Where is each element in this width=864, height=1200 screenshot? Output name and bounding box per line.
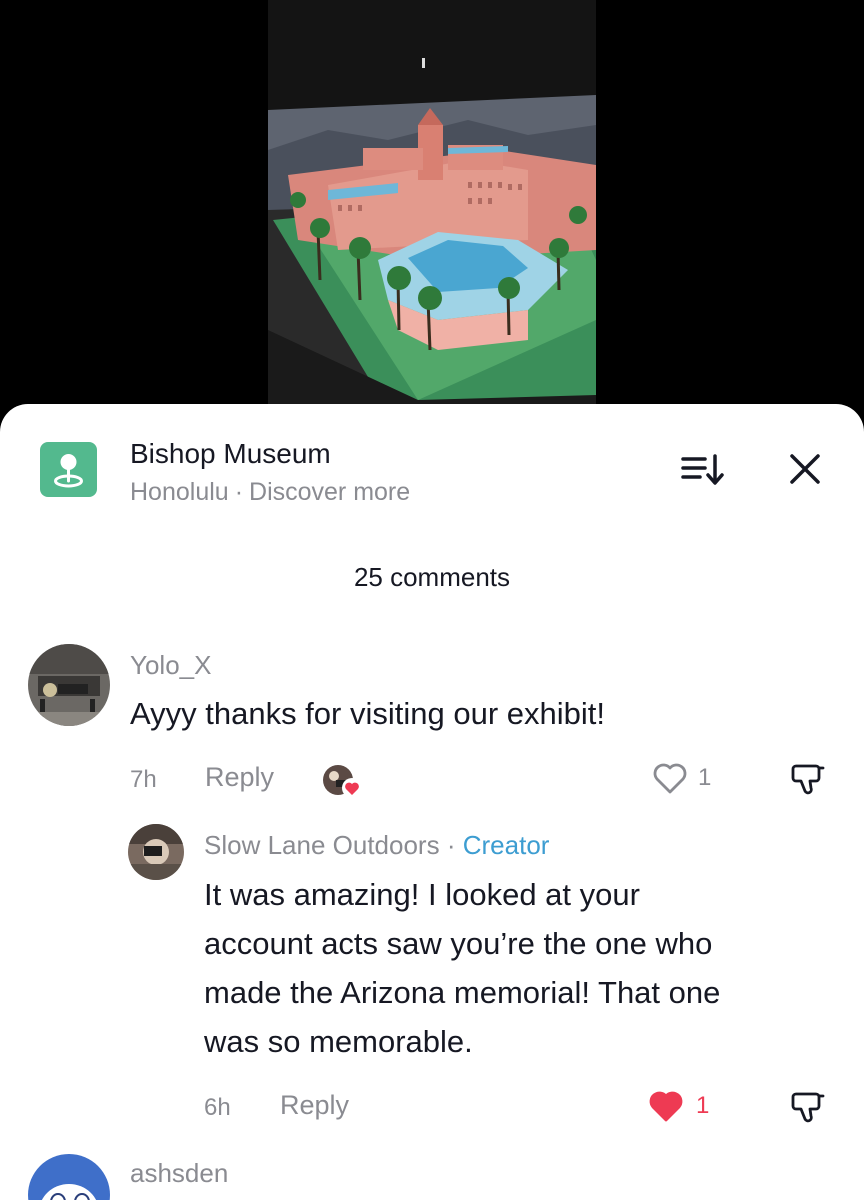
video-player[interactable] (0, 0, 864, 420)
avatar[interactable] (28, 644, 110, 726)
comments-count: 25 comments (353, 562, 511, 592)
creator-badge: Creator (462, 830, 550, 860)
comment-time: 7h (130, 766, 157, 793)
reply-time: 6h (204, 1094, 231, 1121)
place-name[interactable]: Bishop Museum (130, 438, 331, 470)
like-button[interactable]: 1 (646, 1086, 716, 1126)
discover-more-link[interactable]: Discover more (249, 478, 410, 506)
creator-liked-badge (322, 762, 370, 802)
comment-username[interactable]: Yolo_X (130, 650, 211, 681)
thumbs-down-icon[interactable] (788, 1086, 828, 1126)
place-separator: · (234, 478, 244, 506)
reply-text: It was amazing! I looked at your account… (204, 870, 720, 1066)
like-count: 1 (698, 764, 712, 791)
place-header[interactable]: Bishop Museum Honolulu · Discover more (40, 438, 840, 506)
reply-username-line: Slow Lane Outdoors · Creator (204, 830, 549, 861)
location-pin-icon (40, 442, 97, 497)
reply-button[interactable]: Reply (280, 1090, 349, 1121)
avatar[interactable] (28, 1154, 110, 1200)
avatar[interactable] (128, 824, 184, 880)
reply-text-line: was so memorable. (204, 1024, 473, 1059)
close-icon[interactable] (784, 448, 828, 492)
place-subtitle[interactable]: Honolulu · Discover more (130, 478, 410, 507)
comments-sheet: Bishop Museum Honolulu · Discover more 25 … (0, 404, 864, 1200)
place-city: Honolulu (130, 478, 229, 506)
thumbs-down-icon[interactable] (788, 758, 828, 798)
reply-username[interactable]: Slow Lane Outdoors (204, 830, 440, 860)
reply-text-line: account acts saw you’re the one who (204, 926, 713, 961)
comment-username[interactable]: ashsden (130, 1158, 228, 1189)
reply-text-line: made the Arizona memorial! That one (204, 975, 721, 1010)
like-count: 1 (696, 1092, 710, 1119)
reply-separator: · (446, 830, 456, 860)
like-button[interactable]: 1 (650, 758, 720, 798)
heart-icon (649, 1091, 683, 1122)
heart-icon (653, 763, 687, 794)
comment-text: Ayyy thanks for visiting our exhibit! (130, 696, 605, 731)
sort-icon[interactable] (680, 450, 726, 490)
video-thumbnail (268, 0, 596, 410)
reply-text-line: It was amazing! I looked at your (204, 877, 640, 912)
reply-button[interactable]: Reply (205, 762, 274, 793)
